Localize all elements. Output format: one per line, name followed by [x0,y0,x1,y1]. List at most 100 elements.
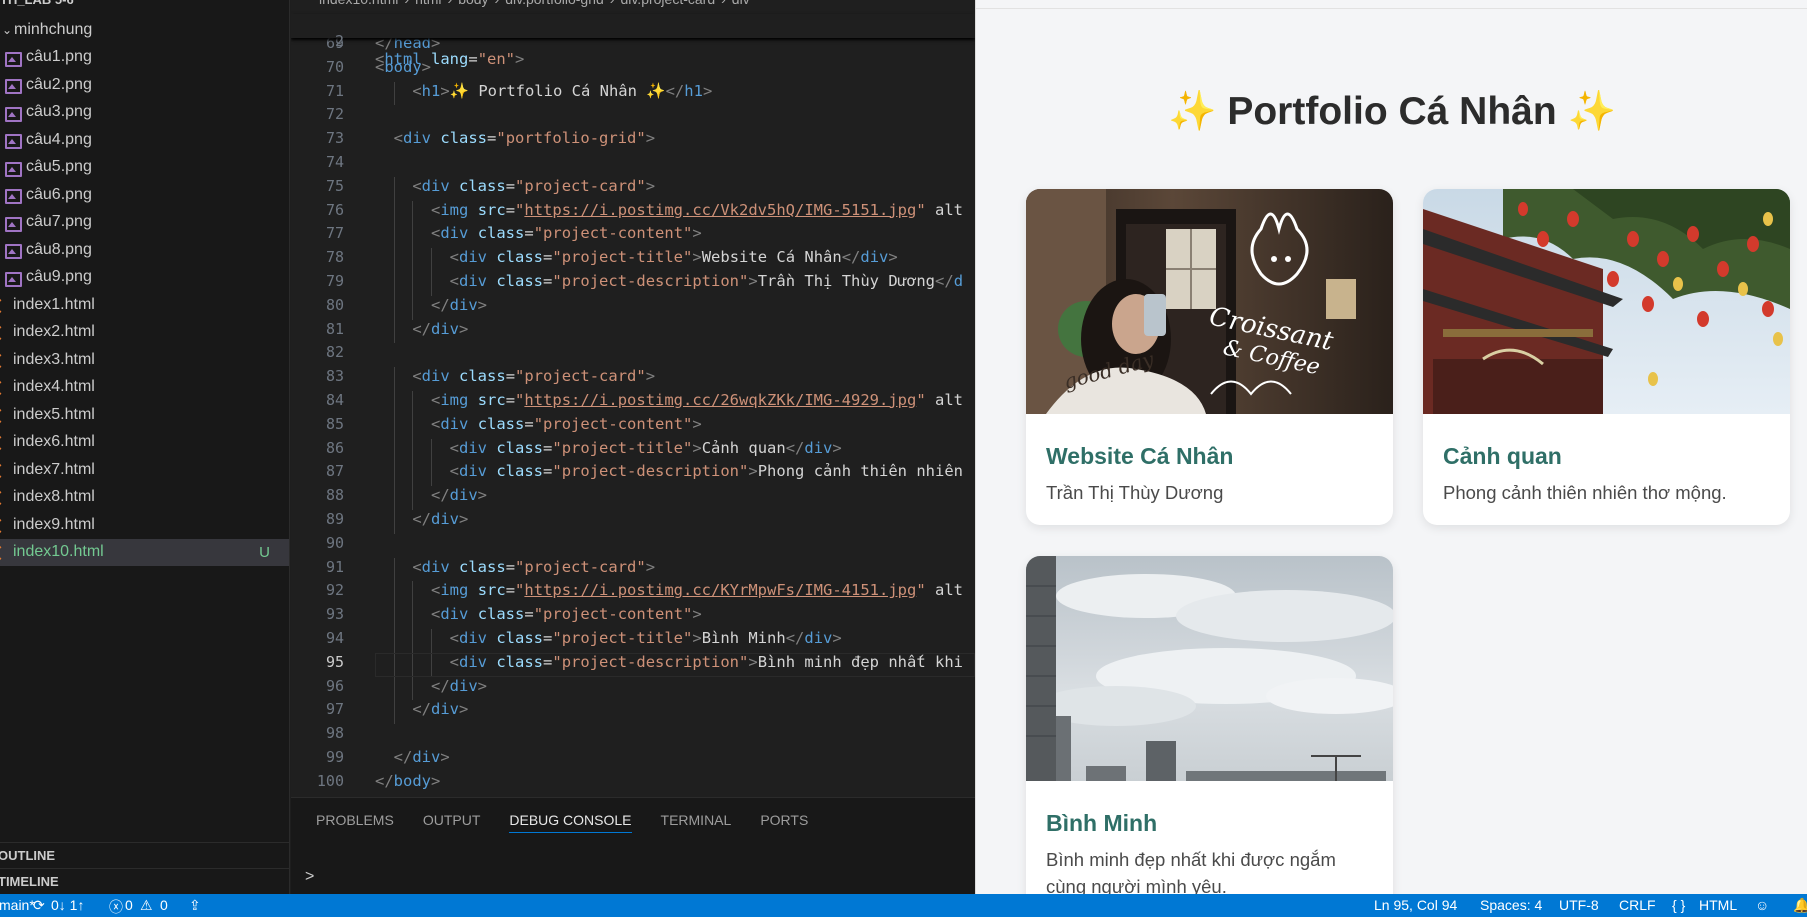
file-item[interactable]: câu7.png [0,209,289,237]
language-mode[interactable]: HTML [1699,897,1737,913]
breadcrumb-item[interactable]: body [458,0,488,7]
error-count[interactable]: 0 [125,897,133,913]
file-item[interactable]: câu6.png [0,181,289,209]
file-label: index8.html [13,488,95,506]
code-line[interactable]: 77 <div class="project-content"> [291,224,975,249]
code-line[interactable]: 73 <div class="portfolio-grid"> [291,129,975,153]
breadcrumb-item[interactable]: html [415,0,441,7]
timeline-section[interactable]: TIMELINE [0,868,289,894]
outline-section[interactable]: OUTLINE [0,842,289,868]
project-card-landscape[interactable]: Cảnh quan Phong cảnh thiên nhiên thơ mộn… [1423,189,1790,525]
code-text: <div class="project-content"> [431,414,702,433]
warning-count[interactable]: 0 [160,897,168,913]
indentation[interactable]: Spaces: 4 [1480,897,1542,913]
breadcrumb-item[interactable]: div [732,0,750,7]
code-line[interactable]: 91 <div class="project-card"> [291,557,975,582]
error-icon[interactable]: ⓧ [109,897,123,917]
sync-icon[interactable]: ⟳ [33,897,45,914]
file-item[interactable]: index1.html [0,291,289,319]
code-line[interactable]: 79 <div class="project-description">Trần… [291,271,975,296]
code-line[interactable]: 71 <h1>✨ Portfolio Cá Nhân ✨</h1> [291,81,975,106]
code-line[interactable]: 86 <div class="project-title">Cảnh quan<… [291,438,975,463]
language-braces-icon[interactable]: { } [1672,897,1685,913]
code-line[interactable]: 100 </body> [291,772,975,796]
bottom-panel: PROBLEMS OUTPUT DEBUG CONSOLE TERMINAL PORTS… [291,797,975,894]
file-item[interactable]: index3.html [0,346,289,374]
project-header[interactable]: TH_LAB 5-6 [0,0,74,8]
file-item[interactable]: index6.html [0,429,289,457]
file-item[interactable]: index10.html U [0,538,289,566]
file-item[interactable]: câu4.png [0,126,289,154]
project-card-website[interactable]: Croissant & Coffee good day Website Cá N… [1026,189,1393,525]
code-line[interactable]: 90 [291,534,975,558]
code-line[interactable]: 94 <div class="project-title">Bình Minh<… [291,628,975,653]
line-number: 85 [325,414,344,433]
code-line[interactable]: 92 <img src="https://i.postimg.cc/KYrMpw… [291,581,975,606]
file-label: index2.html [13,323,95,341]
code-line[interactable]: 82 [291,343,975,367]
project-card-sunrise[interactable]: Bình Minh Bình minh đẹp nhất khi được ng… [1026,556,1393,894]
file-item[interactable]: index2.html [0,319,289,347]
chevron-down-icon: ⌄ [1,22,13,37]
file-item[interactable]: index5.html [0,401,289,429]
panel-tab[interactable]: PORTS [760,812,808,833]
file-item[interactable]: index4.html [0,374,289,402]
file-item[interactable]: câu8.png [0,236,289,264]
file-item[interactable]: câu2.png [0,71,289,99]
cursor-position[interactable]: Ln 95, Col 94 [1374,897,1457,913]
file-label: câu2.png [26,75,92,93]
panel-tab[interactable]: DEBUG CONSOLE [509,812,632,833]
code-line[interactable]: 75 <div class="project-card"> [291,176,975,201]
file-label: câu7.png [26,213,92,231]
code-line[interactable]: 93 <div class="project-content"> [291,605,975,629]
panel-tab[interactable]: OUTPUT [423,812,481,833]
file-item[interactable]: ⌄ minhchung [0,16,289,44]
file-item[interactable]: index8.html [0,484,289,512]
panel-tab[interactable]: PROBLEMS [316,812,394,833]
code-text: <div class="project-card"> [412,176,656,195]
breadcrumb-item[interactable]: div.portfolio-grid [505,0,604,7]
code-line[interactable]: 81 </div> [291,319,975,344]
code-line[interactable]: 95 <div class="project-description">Bình… [291,652,975,677]
file-item[interactable]: câu5.png [0,154,289,182]
code-line[interactable]: 98 [291,724,975,748]
code-lines[interactable]: 69 </head> 70 <body> 71 <h1>✨ Portfolio Cá N… [291,34,975,796]
code-line[interactable]: 78 <div class="project-title">Website Cá… [291,248,975,272]
breadcrumb-item[interactable]: div.project-card [620,0,715,7]
sticky-scroll-line[interactable]: 2 <html lang="en"> [291,14,975,68]
file-item[interactable]: câu1.png [0,44,289,72]
line-number: 89 [325,509,344,528]
code-line[interactable]: 74 [291,153,975,177]
code-line[interactable]: 88 </div> [291,486,975,510]
code-line[interactable]: 97 </div> [291,700,975,725]
breadcrumb-item[interactable]: index10.html [319,0,398,7]
code-line[interactable]: 85 <div class="project-content"> [291,414,975,439]
code-line[interactable]: 96 </div> [291,676,975,701]
code-text: </body> [375,771,441,790]
code-line[interactable]: 99 </div> [291,748,975,772]
code-line[interactable]: 83 <div class="project-card"> [291,367,975,391]
branch-indicator[interactable]: main* [0,897,35,913]
code-line[interactable]: 80 </div> [291,295,975,320]
file-item[interactable]: câu9.png [0,264,289,292]
line-ending[interactable]: CRLF [1619,897,1656,913]
code-line[interactable]: 84 <img src="https://i.postimg.cc/26wqkZ… [291,390,975,415]
code-text: <h1>✨ Portfolio Cá Nhân ✨</h1> [412,81,713,100]
code-line[interactable]: 76 <img src="https://i.postimg.cc/Vk2dv5… [291,200,975,225]
file-item[interactable]: index7.html [0,456,289,484]
code-line[interactable]: 72 [291,105,975,129]
image-file-icon [4,132,22,150]
file-item[interactable]: câu3.png [0,99,289,127]
sync-status[interactable]: 0↓ 1↑ [51,897,84,913]
panel-tab[interactable]: TERMINAL [661,812,732,833]
encoding[interactable]: UTF-8 [1559,897,1599,913]
console-prompt[interactable]: > [305,868,314,886]
live-share-icon[interactable]: ⇪ [189,897,201,914]
copilot-icon[interactable]: ☺ [1755,897,1769,913]
code-line[interactable]: 89 </div> [291,509,975,534]
code-line[interactable]: 87 <div class="project-description">Phon… [291,462,975,487]
file-item[interactable]: index9.html [0,511,289,539]
code-editor[interactable]: index10.html › html › body › div.portfolio-gri… [291,0,975,894]
warning-icon[interactable]: ⚠ [140,897,153,914]
notifications-icon[interactable]: 🔔 [1793,897,1807,914]
